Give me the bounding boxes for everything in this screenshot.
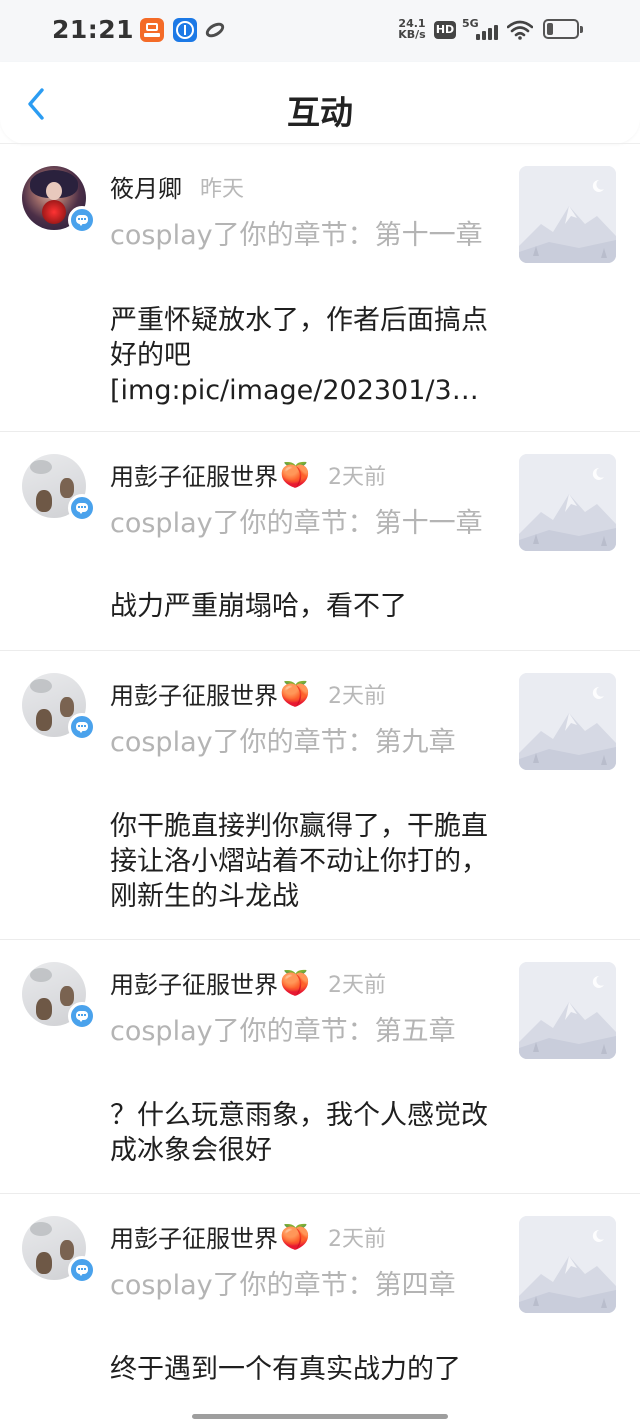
network-type-label: 5G [462,17,479,30]
interaction-item[interactable]: 用彭子征服世界🍑 2天前 cosplay了你的章节：第四章 终于遇到一个有真实战力… [0,1194,640,1422]
chapter-reference[interactable]: cosplay了你的章节：第五章 [110,1014,490,1049]
hd-icon: HD [434,21,456,39]
username[interactable]: 用彭子征服世界 [110,682,278,710]
peach-emoji: 🍑 [280,679,310,708]
status-bar: 21:21 24.1 KB/s HD 5G [0,0,640,62]
image-placeholder-icon [519,673,616,770]
page-header: 互动 [0,62,640,144]
name-row: 用彭子征服世界🍑 2天前 [110,1219,386,1254]
interactions-screen: 21:21 24.1 KB/s HD 5G 互动 筱月卿 昨天 cosplay了… [0,0,640,1422]
interaction-item[interactable]: 用彭子征服世界🍑 2天前 cosplay了你的章节：第十一章 战力严重崩塌哈，看不… [0,432,640,651]
name-row: 用彭子征服世界🍑 2天前 [110,965,386,1000]
chapter-thumbnail[interactable] [519,962,616,1059]
comment-text: 严重怀疑放水了，作者后面搞点好的吧[img:pic/image/202301/3… [110,305,488,406]
message-icon [68,206,96,234]
message-icon [68,713,96,741]
image-placeholder-icon [519,166,616,263]
interaction-item[interactable]: 筱月卿 昨天 cosplay了你的章节：第十一章 严重怀疑放水了，作者后面搞点好的… [0,144,640,432]
chapter-reference[interactable]: cosplay了你的章节：第十一章 [110,218,490,253]
username[interactable]: 用彭子征服世界 [110,971,278,999]
username[interactable]: 筱月卿 [110,175,182,203]
network-speed-unit: KB/s [398,28,426,41]
name-row: 用彭子征服世界🍑 2天前 [110,676,386,711]
status-time: 21:21 [52,15,135,44]
name-row: 用彭子征服世界🍑 2天前 [110,457,386,492]
name-row: 筱月卿 昨天 [110,169,244,203]
chapter-thumbnail[interactable] [519,454,616,551]
chapter-reference[interactable]: cosplay了你的章节：第十一章 [110,506,490,541]
k-app-icon [173,18,197,42]
signal-icon: 5G [462,17,502,42]
timestamp: 2天前 [328,1226,386,1252]
message-icon [68,494,96,522]
chapter-thumbnail[interactable] [519,673,616,770]
wifi-icon [507,20,533,40]
message-icon [68,1002,96,1030]
interaction-item[interactable]: 用彭子征服世界🍑 2天前 cosplay了你的章节：第五章 ？什么玩意雨象，我个人… [0,940,640,1194]
chapter-thumbnail[interactable] [519,1216,616,1313]
message-icon [68,1256,96,1284]
peach-emoji: 🍑 [280,460,310,489]
timestamp: 2天前 [328,972,386,998]
network-speed: 24.1 KB/s [396,18,428,40]
timestamp: 2天前 [328,683,386,709]
orbit-app-icon [204,18,228,42]
comment-text: 终于遇到一个有真实战力的了 [110,1354,461,1385]
home-indicator[interactable] [192,1414,448,1419]
chapter-thumbnail[interactable] [519,166,616,263]
chapter-reference[interactable]: cosplay了你的章节：第九章 [110,725,490,760]
battery-icon [543,19,583,39]
image-placeholder-icon [519,454,616,551]
peach-emoji: 🍑 [280,968,310,997]
comment-text: 你干脆直接判你赢得了，干脆直接让洛小熠站着不动让你打的，刚新生的斗龙战 [110,811,488,912]
timestamp: 昨天 [200,176,245,202]
peach-emoji: 🍑 [280,1222,310,1251]
photo-app-icon [140,18,164,42]
comment-text: ？什么玩意雨象，我个人感觉改成冰象会很好 [110,1100,488,1166]
image-placeholder-icon [519,1216,616,1313]
chapter-reference[interactable]: cosplay了你的章节：第四章 [110,1268,490,1303]
image-placeholder-icon [519,962,616,1059]
interaction-item[interactable]: 用彭子征服世界🍑 2天前 cosplay了你的章节：第九章 你干脆直接判你赢得了，… [0,651,640,940]
timestamp: 2天前 [328,464,386,490]
page-title: 互动 [287,93,353,132]
comment-text: 战力严重崩塌哈，看不了 [110,591,407,622]
username[interactable]: 用彭子征服世界 [110,1225,278,1253]
username[interactable]: 用彭子征服世界 [110,463,278,491]
